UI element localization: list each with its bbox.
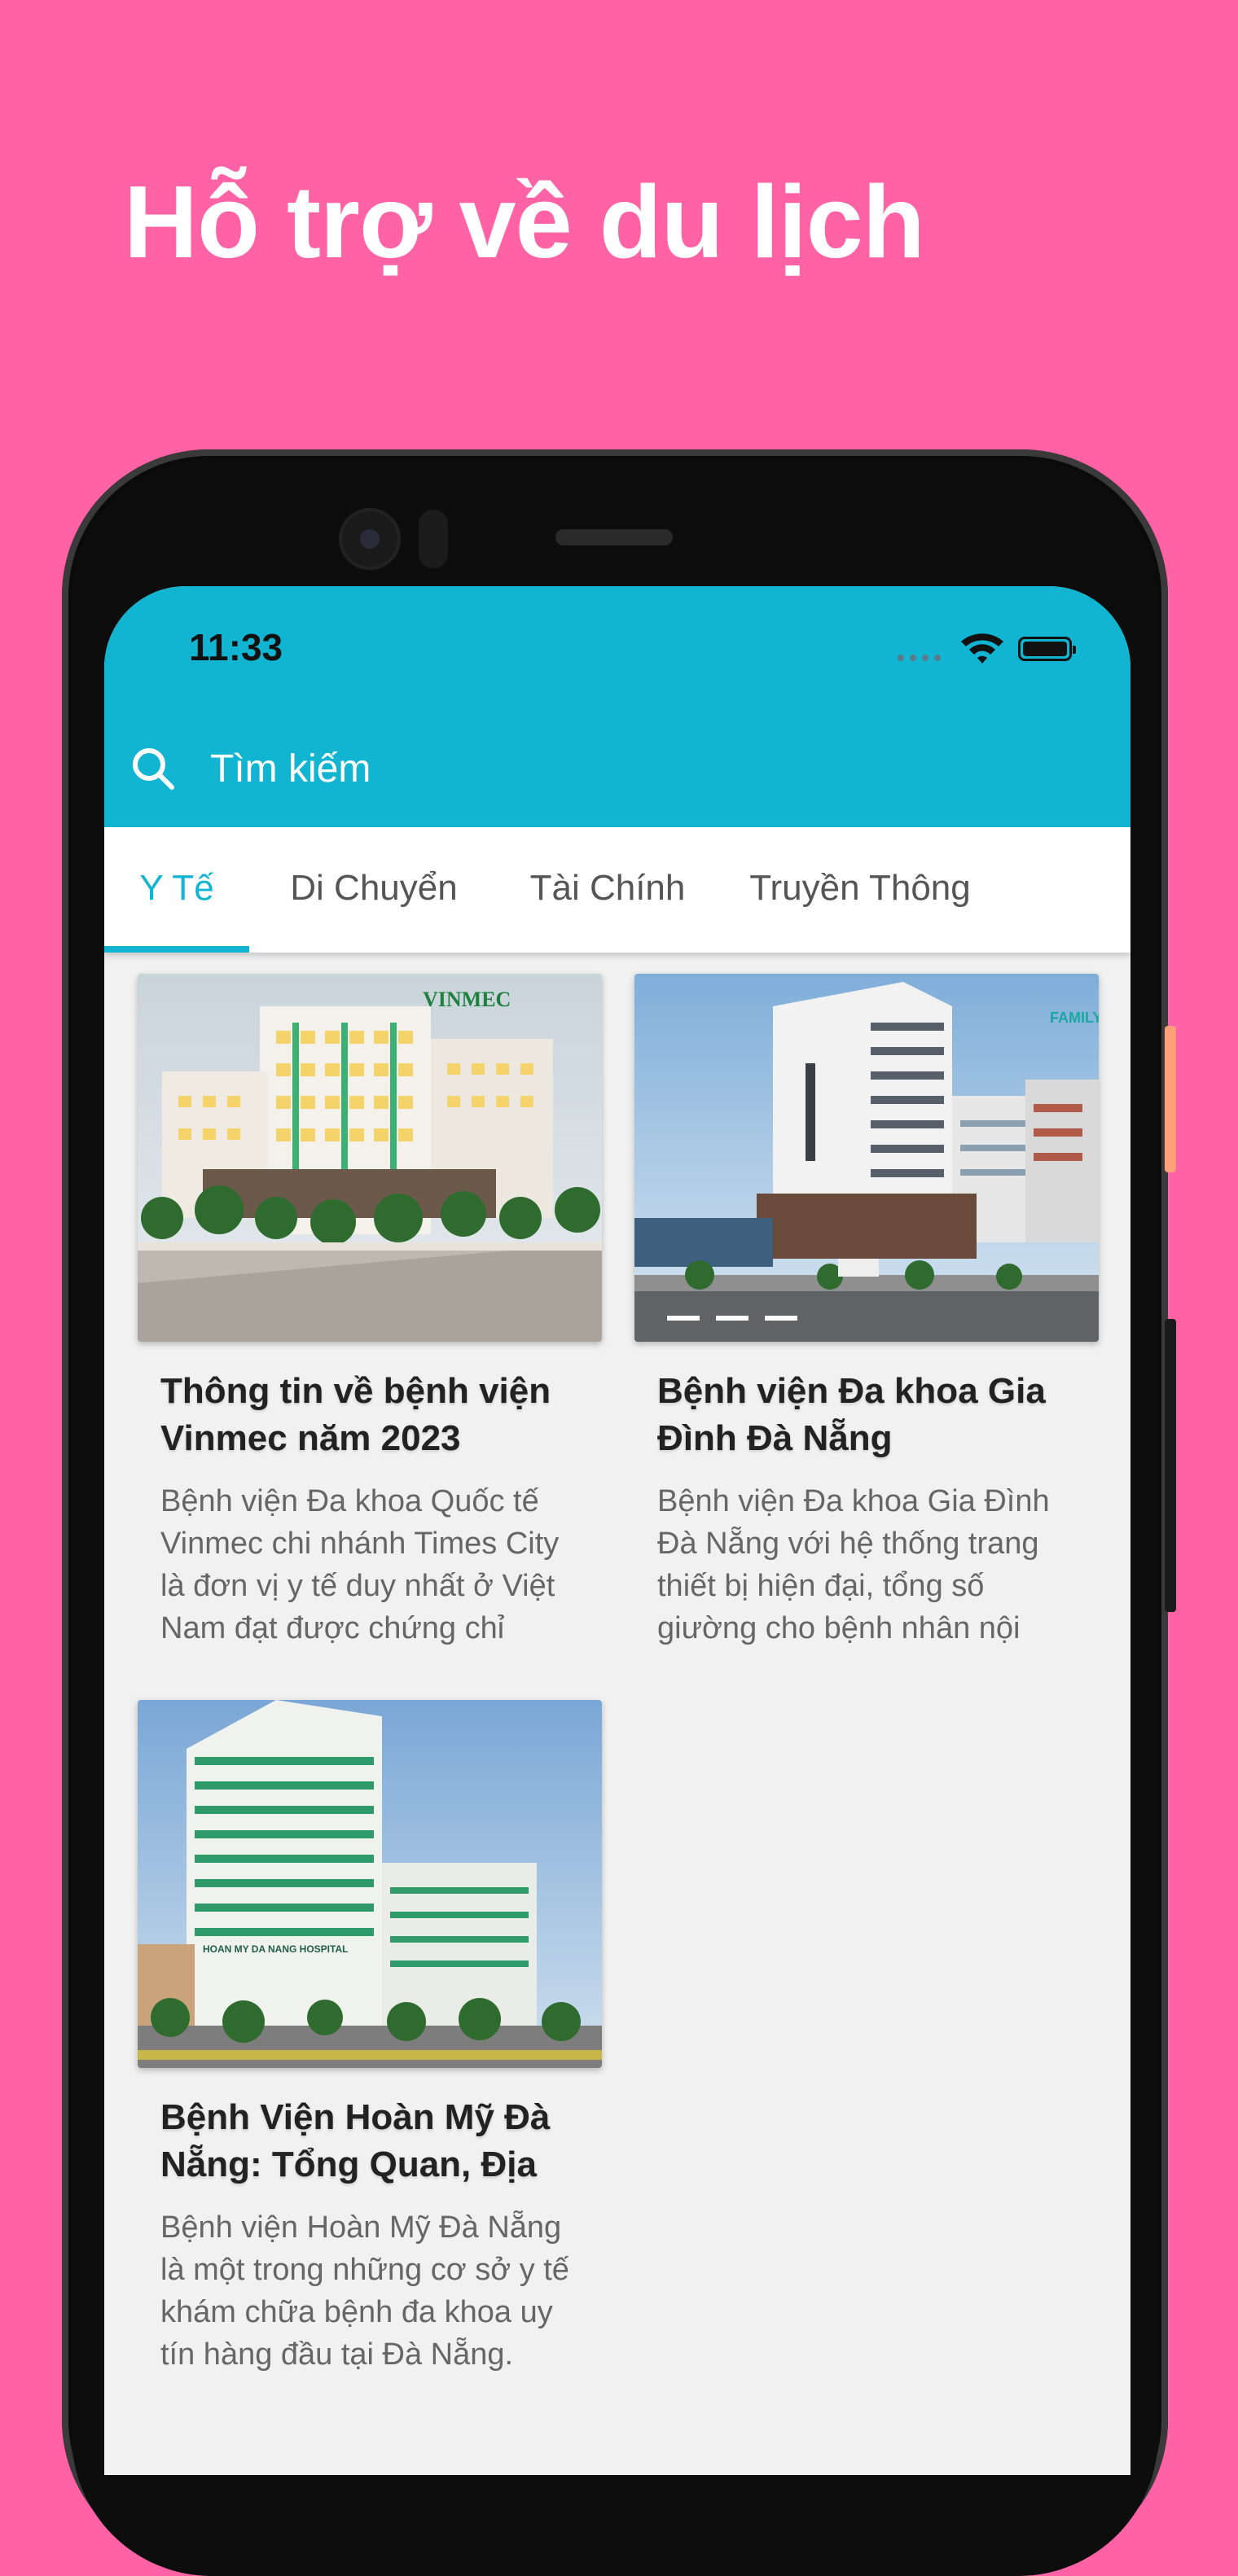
article-card[interactable]: HOAN MY DA NANG HOSPITAL Bệnh Viện Hoàn … <box>138 1700 602 2376</box>
tab-di-chuyen[interactable]: Di Chuyển <box>274 827 474 953</box>
side-button-top <box>1165 1026 1176 1172</box>
search-icon[interactable] <box>129 744 178 793</box>
battery-icon <box>1018 637 1076 661</box>
promo-headline: Hỗ trợ về du lịch <box>124 164 925 279</box>
card-description: Bệnh viện Đa khoa Quốc tế Vinmec chi nhá… <box>160 1484 560 1645</box>
side-button-volume <box>1165 1319 1176 1612</box>
tab-truyen-thong[interactable]: Truyền Thông <box>738 827 982 953</box>
status-time: 11:33 <box>189 626 283 668</box>
card-image-family-hospital[interactable]: FAMILY <box>634 974 1099 1342</box>
card-title: Bệnh viện Đa khoa Gia Đình Đà Nẵng <box>657 1371 1046 1458</box>
app-bar: 11:33 <box>104 586 1130 827</box>
card-description: Bệnh viện Đa khoa Gia Đình Đà Nẵng với h… <box>657 1484 1050 1645</box>
family-sign: FAMILY <box>1050 1010 1099 1026</box>
hoan-my-sign: HOAN MY DA NANG HOSPITAL <box>203 1943 348 1955</box>
proximity-sensor <box>419 510 448 568</box>
card-image-hoan-my[interactable]: HOAN MY DA NANG HOSPITAL <box>138 1700 602 2068</box>
search-input[interactable] <box>210 743 1090 795</box>
category-tabs: Y Tế Di Chuyển Tài Chính Truyền Thông <box>104 827 1130 953</box>
wifi-icon <box>961 633 1003 664</box>
card-image-vinmec[interactable]: VINMEC <box>138 974 602 1342</box>
signal-dots-icon <box>898 655 941 661</box>
earpiece-speaker <box>555 529 673 545</box>
card-title: Bệnh Viện Hoàn Mỹ Đà Nẵng: Tổng Quan, Đị… <box>160 2097 551 2184</box>
tab-y-te[interactable]: Y Tế <box>104 827 249 953</box>
active-tab-indicator <box>104 946 249 953</box>
front-camera <box>339 508 401 570</box>
card-title: Thông tin về bệnh viện Vinmec năm 2023 <box>160 1371 551 1458</box>
phone-screen: 11:33 Y Tế Di Chuyển Tài Chính Truyền Th… <box>104 586 1130 2475</box>
vinmec-sign: VINMEC <box>423 988 511 1011</box>
card-description: Bệnh viện Hoàn Mỹ Đà Nẵng là một trong n… <box>160 2210 569 2372</box>
article-card[interactable]: VINMEC Thông tin về bệnh viện Vinmec năm… <box>138 974 602 1649</box>
article-card[interactable]: FAMILY Bệnh viện Đa khoa Gia Đình Đà Nẵn… <box>634 974 1099 1649</box>
tab-tai-chinh[interactable]: Tài Chính <box>510 827 705 953</box>
